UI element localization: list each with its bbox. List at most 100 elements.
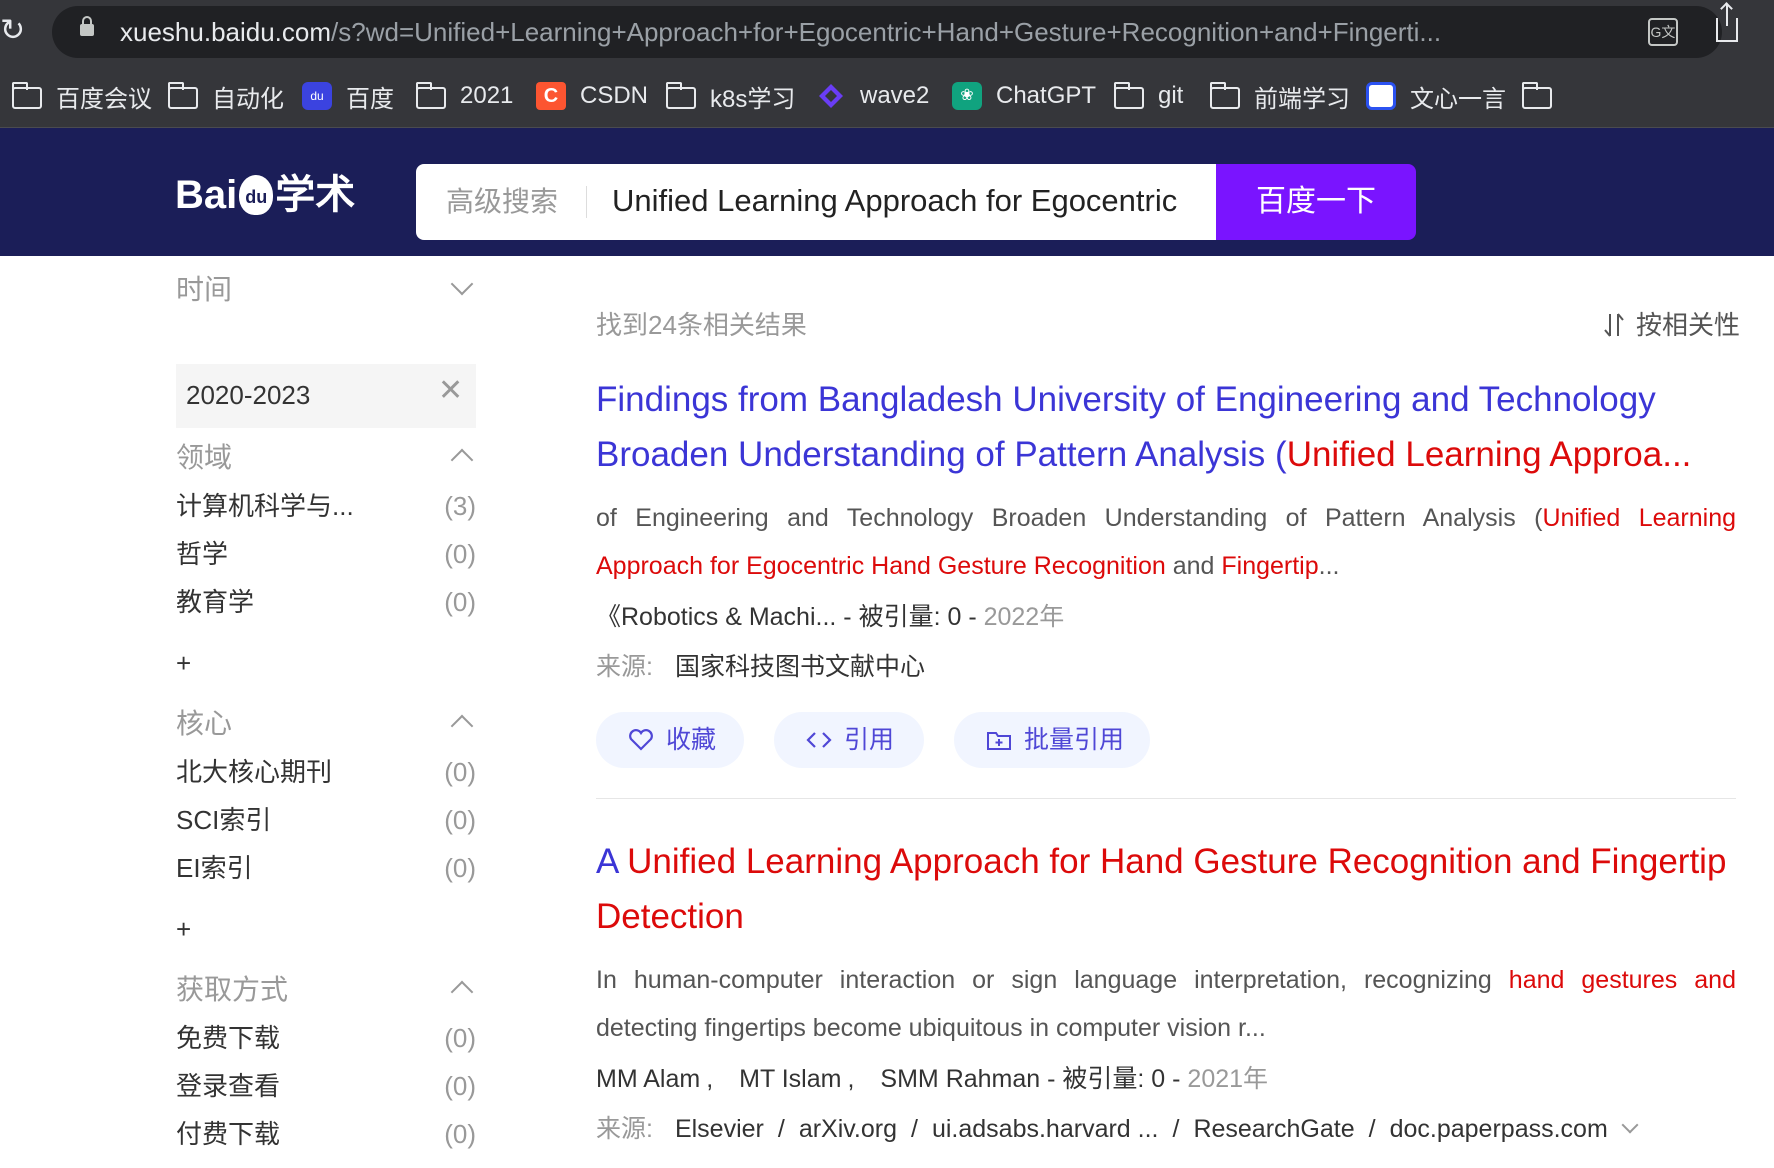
chevron-up-icon[interactable] bbox=[450, 714, 474, 738]
sort-relevance-button[interactable]: 按相关性 bbox=[1636, 308, 1740, 342]
bookmark-label: CSDN bbox=[580, 82, 649, 109]
filter-item-label: 付费下载 bbox=[176, 1119, 281, 1149]
folder-icon bbox=[1114, 82, 1144, 109]
advanced-search-link[interactable]: 高级搜索 bbox=[446, 184, 558, 220]
filter-heading-access: 获取方式 bbox=[176, 974, 289, 1005]
bookmark-label: git bbox=[1158, 82, 1184, 109]
favorite-button[interactable]: 收藏 bbox=[596, 712, 744, 768]
browser-toolbar: ↻ xueshu.baidu.com/s?wd=Unified+Learning… bbox=[0, 0, 1774, 64]
source-label: 来源: bbox=[596, 653, 653, 681]
publication-year: 2021年 bbox=[1187, 1065, 1269, 1093]
batch-cite-button[interactable]: 批量引用 bbox=[954, 712, 1150, 768]
filter-item-label: 登录查看 bbox=[176, 1071, 281, 1101]
baidu-paw-icon: du bbox=[302, 82, 332, 110]
close-icon[interactable]: ✕ bbox=[438, 374, 463, 408]
filter-item-count: (0) bbox=[444, 757, 476, 787]
filter-item[interactable]: 付费下载 (0) bbox=[176, 1116, 476, 1152]
chevron-down-icon[interactable] bbox=[1621, 1116, 1639, 1134]
filter-item[interactable]: 计算机科学与... (3) bbox=[176, 488, 476, 524]
sort-icon[interactable] bbox=[1604, 312, 1624, 338]
filter-item[interactable]: SCI索引 (0) bbox=[176, 802, 476, 838]
separator: - bbox=[1165, 1065, 1188, 1093]
folder-plus-icon bbox=[987, 732, 1011, 750]
source-link[interactable]: ResearchGate bbox=[1193, 1115, 1354, 1143]
more-core-button[interactable]: + bbox=[176, 914, 191, 944]
result-meta: 《Robotics & Machi... - 被引量: 0 - 2022年 bbox=[596, 600, 1064, 634]
citation-count[interactable]: 被引量: 0 bbox=[1062, 1065, 1165, 1093]
wenxin-icon bbox=[1366, 82, 1396, 110]
wave-icon bbox=[819, 84, 843, 108]
abstract-highlight: Fingertip bbox=[1221, 552, 1319, 580]
bookmark-item[interactable]: 前端学习 bbox=[1210, 80, 1350, 113]
bookmark-item[interactable] bbox=[1522, 80, 1566, 112]
bookmark-item[interactable]: git bbox=[1114, 80, 1183, 112]
more-fields-button[interactable]: + bbox=[176, 648, 191, 678]
bookmark-item[interactable]: 文心一言 bbox=[1366, 80, 1506, 113]
search-button[interactable]: 百度一下 bbox=[1216, 164, 1416, 240]
date-range-chip[interactable]: 2020-2023 ✕ bbox=[176, 364, 476, 428]
filter-item-label: 计算机科学与... bbox=[176, 491, 354, 521]
separator: - bbox=[836, 603, 859, 631]
source-link[interactable]: doc.paperpass.com bbox=[1390, 1115, 1608, 1143]
result-title-highlight: Unified Learning Approach for Hand Gestu… bbox=[596, 842, 1727, 936]
folder-icon bbox=[12, 82, 42, 109]
translate-icon[interactable]: G文 bbox=[1648, 18, 1678, 46]
filter-item-label: EI索引 bbox=[176, 853, 253, 883]
result-divider bbox=[596, 798, 1736, 799]
filter-item[interactable]: 免费下载 (0) bbox=[176, 1020, 476, 1056]
result-title[interactable]: A Unified Learning Approach for Hand Ges… bbox=[596, 834, 1736, 944]
filter-item-count: (0) bbox=[444, 1023, 476, 1053]
batch-cite-label: 批量引用 bbox=[1024, 726, 1125, 754]
source-link[interactable]: 国家科技图书文献中心 bbox=[675, 653, 925, 681]
source-link[interactable]: ui.adsabs.harvard ... bbox=[932, 1115, 1159, 1143]
bookmark-label: wave2 bbox=[860, 82, 930, 109]
filter-item[interactable]: EI索引 (0) bbox=[176, 850, 476, 886]
divider bbox=[586, 186, 587, 218]
bookmark-item[interactable]: 2021 bbox=[416, 80, 513, 112]
filter-item[interactable]: 哲学 (0) bbox=[176, 536, 476, 572]
bookmark-label: ChatGPT bbox=[996, 82, 1097, 109]
folder-icon bbox=[666, 82, 696, 109]
bookmark-item[interactable]: 自动化 bbox=[168, 80, 284, 113]
filter-item[interactable]: 登录查看 (0) bbox=[176, 1068, 476, 1104]
folder-icon bbox=[1522, 82, 1552, 109]
filter-heading-core: 核心 bbox=[176, 708, 233, 739]
bookmark-item[interactable]: 百度会议 bbox=[12, 80, 152, 113]
bookmark-item[interactable]: k8s学习 bbox=[666, 80, 795, 113]
lock-icon[interactable] bbox=[80, 16, 94, 36]
abstract-text: ... bbox=[1318, 552, 1340, 580]
logo-text-scholar: 学术 bbox=[275, 173, 356, 217]
bookmark-item[interactable]: wave2 bbox=[816, 80, 929, 112]
chatgpt-icon: ❀ bbox=[952, 82, 982, 110]
url-text[interactable]: xueshu.baidu.com/s?wd=Unified+Learning+A… bbox=[120, 18, 1441, 46]
bookmark-item[interactable]: du 百度 bbox=[302, 80, 394, 113]
reload-icon[interactable]: ↻ bbox=[0, 14, 34, 48]
filter-item[interactable]: 北大核心期刊 (0) bbox=[176, 754, 476, 790]
chevron-up-icon[interactable] bbox=[450, 980, 474, 1004]
chevron-down-icon[interactable] bbox=[450, 272, 474, 296]
cite-button[interactable]: 引用 bbox=[774, 712, 924, 768]
result-meta: MM Alam, MT Islam, SMM Rahman - 被引量: 0 - 2… bbox=[596, 1065, 1269, 1093]
bookmark-item[interactable]: ❀ ChatGPT bbox=[952, 80, 1096, 112]
chevron-up-icon[interactable] bbox=[450, 448, 474, 472]
result-title-text: A bbox=[596, 842, 628, 881]
share-icon[interactable] bbox=[1716, 4, 1738, 42]
journal-link[interactable]: 《Robotics & Machi... bbox=[596, 603, 836, 631]
author-link[interactable]: SMM Rahman bbox=[880, 1065, 1040, 1093]
baidu-scholar-logo[interactable]: Bai du 学术 bbox=[175, 168, 355, 222]
citation-count[interactable]: 被引量: 0 bbox=[859, 603, 962, 631]
result-title[interactable]: Findings from Bangladesh University of E… bbox=[596, 372, 1736, 482]
abstract-text: of Engineering and Technology Broaden Un… bbox=[596, 504, 1543, 532]
address-bar[interactable]: xueshu.baidu.com/s?wd=Unified+Learning+A… bbox=[52, 6, 1722, 58]
source-link[interactable]: Elsevier bbox=[675, 1115, 764, 1143]
bookmark-label: 前端学习 bbox=[1254, 85, 1350, 113]
filter-item-count: (0) bbox=[444, 853, 476, 883]
author-link[interactable]: MT Islam bbox=[739, 1065, 841, 1093]
source-link[interactable]: arXiv.org bbox=[799, 1115, 897, 1143]
result-source: 来源: Elsevier / arXiv.org / ui.adsabs.harvard … bbox=[596, 1112, 1639, 1146]
publication-year: 2022年 bbox=[983, 603, 1065, 631]
search-input[interactable] bbox=[612, 180, 1212, 222]
bookmark-item[interactable]: C CSDN bbox=[536, 80, 648, 112]
author-link[interactable]: MM Alam bbox=[596, 1065, 700, 1093]
filter-item[interactable]: 教育学 (0) bbox=[176, 584, 476, 620]
